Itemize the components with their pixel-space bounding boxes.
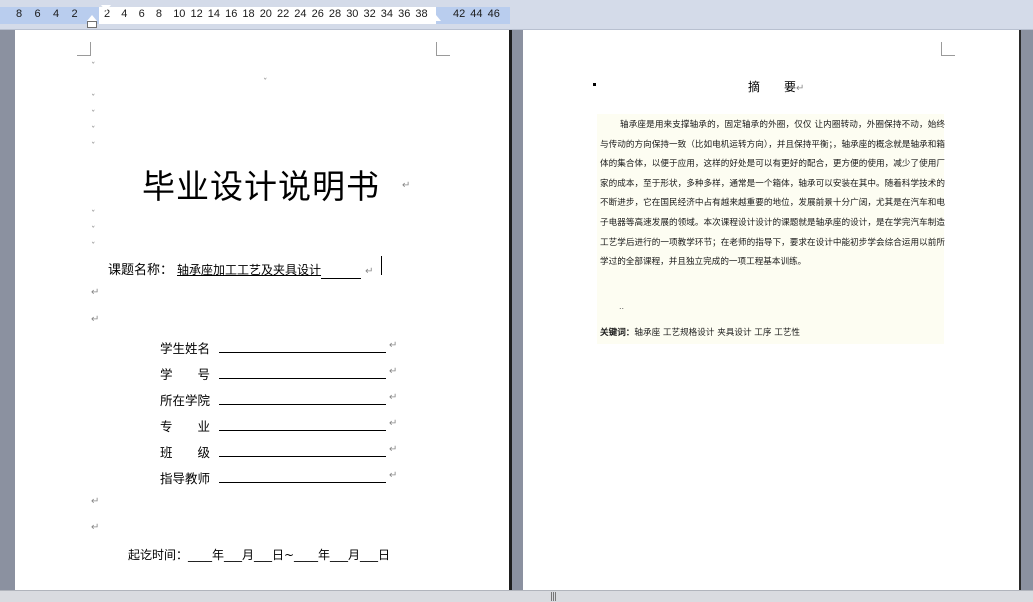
ruler-tick-label: 6 [138,8,145,20]
topic-label: 课题名称： [108,263,174,278]
keywords-label: 关键词： [600,328,635,338]
paragraph-mark: ˇ [91,126,96,136]
ruler-tick-label: 8 [155,8,163,20]
paragraph-mark: .. [619,302,625,311]
paragraph-mark: ↵ [365,266,374,277]
ruler-tick-label: 4 [121,8,128,20]
keywords-value: 轴承座 工艺规格设计 夹具设计 工序 工艺性 [634,328,801,338]
ruler-tick-label: 6 [34,8,41,20]
ruler-tick-label: 26 [311,8,324,20]
paragraph-mark: ˇ [91,210,96,220]
ruler-tick-label: 30 [346,8,359,20]
field-label: 学生姓名 [160,341,211,356]
first-line-indent-marker[interactable] [101,5,111,11]
text-cursor [381,256,382,275]
right-indent-marker[interactable] [431,15,441,21]
ruler-tick-label: 32 [363,8,376,20]
topic-value[interactable]: 轴承座加工工艺及夹具设计 [177,263,321,277]
field-label: 班 级 [160,445,211,460]
paragraph-mark: ↵ [402,180,411,191]
ruler-tick-label: 24 [294,8,307,20]
topic-underline [321,263,362,279]
paragraph-mark: ˇ [91,226,96,236]
paragraph-mark: ↵ [91,287,100,298]
horizontal-ruler[interactable]: 8 6 4 2 2 4 6 8 10 12 14 16 18 20 22 24 26 28 30 32 34 36 38 42… [0,0,1033,30]
paragraph-mark: ˇ [263,78,268,88]
paragraph-mark: ↵ [389,418,398,429]
field-major: 专 业 ↵ [160,416,397,435]
crop-mark-top-left [77,42,91,56]
paragraph-mark: ˇ [91,242,96,252]
keywords-line[interactable]: 关键词：轴承座 工艺规格设计 夹具设计 工序 工艺性 [600,326,800,338]
field-label: 专 业 [160,419,211,434]
ruler-tick-label: 34 [380,8,394,20]
horizontal-scrollbar[interactable]: ||| [0,590,1033,602]
paragraph-mark: ˇ [91,94,96,104]
field-advisor: 指导教师 ↵ [160,468,397,487]
field-label: 指导教师 [160,471,211,486]
ruler-tick-label: 16 [225,8,238,20]
paragraph-mark: ↵ [389,392,398,403]
crop-mark-top-right [941,42,955,56]
field-blank[interactable] [219,482,386,483]
ruler-tick-label: 46 [487,8,500,20]
field-blank[interactable] [219,378,386,379]
workspace-left-edge [0,30,15,590]
page-gap [512,30,523,590]
field-college: 所在学院 ↵ [160,390,397,409]
ruler-tick-label: 42 [453,8,466,20]
split-grip-icon[interactable]: ||| [550,592,557,602]
paragraph-mark: ↵ [91,314,100,325]
ruler-tick-label: 8 [16,8,23,20]
date-range-line[interactable]: 起讫时间：____年___月___日~____年___月___日 [128,546,390,563]
left-indent-marker[interactable] [87,21,97,28]
paragraph-mark: ˇ [91,110,96,120]
ruler-tick-label: 4 [53,8,60,20]
cover-title: 毕业设计说明书 [142,167,380,206]
field-student-name: 学生姓名 ↵ [160,338,397,357]
field-label: 学 号 [160,367,211,382]
ruler-tick-label: 10 [173,8,186,20]
bullet-mark [593,83,596,86]
paragraph-mark: ˇ [91,62,96,72]
page-abstract[interactable]: 摘 要↵ 轴承座是用来支撑轴承的，固定轴承的外圈，仅仅 让内圈转动，外圈保持不动… [523,30,1019,590]
field-student-id: 学 号 ↵ [160,364,397,383]
ruler-tick-label: 44 [470,8,483,20]
ruler-tick-label: 14 [207,8,221,20]
ruler-tick-label: 22 [277,8,290,20]
paragraph-mark: ↵ [389,340,398,351]
paragraph-mark: ↵ [389,366,398,377]
ruler-tick-label: 38 [415,8,428,20]
paragraph-mark: ↵ [389,470,398,481]
paragraph-mark: ↵ [91,522,100,533]
field-blank[interactable] [219,404,386,405]
ruler-tick-label: 2 [71,8,78,20]
field-blank[interactable] [219,430,386,431]
ruler-tick-label: 36 [398,8,411,20]
ruler-tick-label: 12 [190,8,203,20]
field-class: 班 级 ↵ [160,442,397,461]
crop-mark-top-right [436,42,450,56]
abstract-title: 摘 要↵ [748,80,805,94]
field-blank[interactable] [219,352,386,353]
topic-row: 课题名称： 轴承座加工工艺及夹具设计 ↵ [108,259,374,279]
workspace-right-edge [1019,30,1033,590]
paragraph-mark: ↵ [91,496,100,507]
abstract-body[interactable]: 轴承座是用来支撑轴承的，固定轴承的外圈，仅仅 让内圈转动，外圈保持不动，始终与传… [600,116,945,273]
ruler-tick-label: 20 [259,8,272,20]
ruler-tick-label: 28 [328,8,342,20]
ruler-tick-label: 18 [242,8,255,20]
field-label: 所在学院 [160,393,211,408]
paragraph-mark: ↵ [389,444,398,455]
field-blank[interactable] [219,456,386,457]
paragraph-mark: ˇ [91,142,96,152]
page-cover[interactable]: ˇ ˇ ˇ ˇ ˇ ˇ 毕业设计说明书 ↵ ˇ ˇ ˇ 课题名称： 轴承座加工工艺… [15,30,512,590]
